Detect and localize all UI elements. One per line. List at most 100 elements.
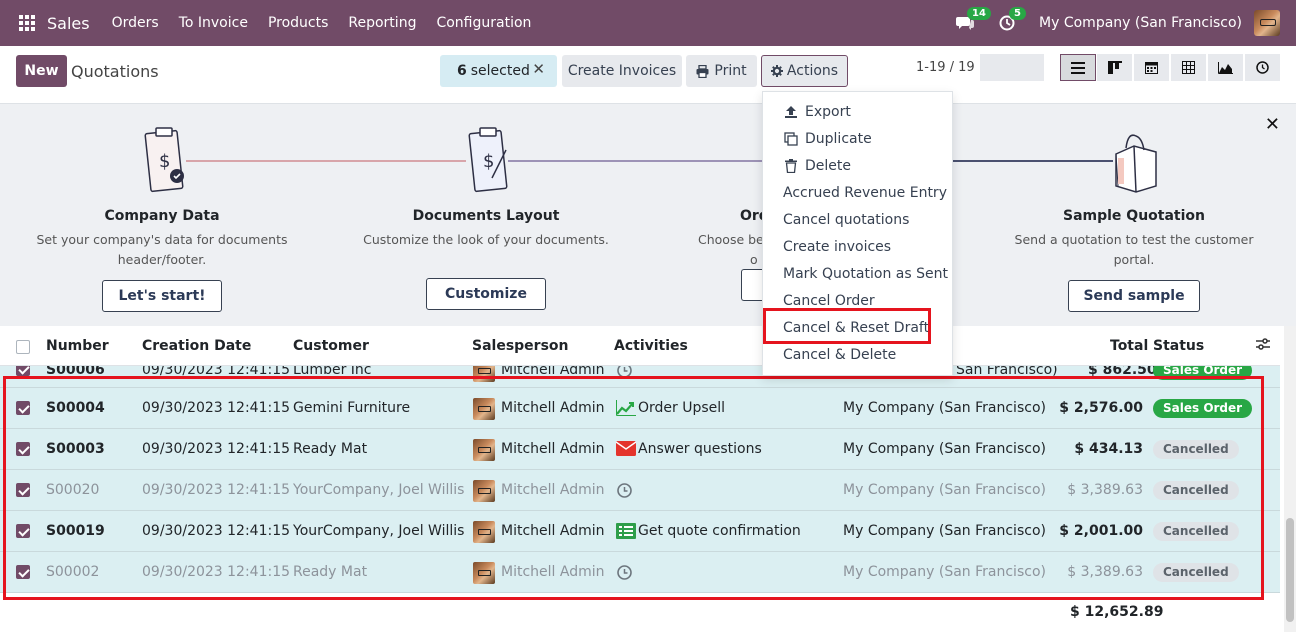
pager-next-button[interactable] [1012,54,1044,81]
activity-clock-icon[interactable]: 5 [997,7,1026,33]
selected-count: 6 [457,63,467,79]
menu-item-cancel-order[interactable]: Cancel Order [783,293,875,309]
table-scrollbar[interactable] [1284,326,1296,632]
menu-item-mark-quotation-sent[interactable]: Mark Quotation as Sent [783,266,948,282]
activity-view-button[interactable] [1245,54,1281,81]
trend-chart-icon[interactable] [616,400,636,417]
step-title: Company Data [104,208,220,224]
printer-icon [696,64,709,78]
pager-previous-button[interactable] [980,54,1012,81]
actions-button[interactable]: Actions [761,55,848,87]
clipboard-pen-icon: $ [456,126,516,196]
svg-text:$: $ [159,151,170,172]
row-total: $ 2,001.00 [1059,523,1143,539]
column-header-number[interactable]: Number [46,338,109,354]
clock-icon[interactable] [616,564,636,581]
row-company: My Company (San Francisco) [843,523,1046,539]
status-badge: Cancelled [1153,563,1239,582]
chat-icon[interactable]: 14 [955,7,991,33]
menu-item-label: Accrued Revenue Entry [783,185,947,201]
cancel-reset-draft-highlight [763,308,931,344]
row-activity: Answer questions [638,441,762,457]
table-row[interactable]: S00003 09/30/2023 12:41:15 Ready Mat Mitche… [0,429,1280,470]
row-number: S00019 [46,523,105,539]
menu-item-create-invoices[interactable]: Create invoices [783,239,891,255]
menu-item-cancel-quotations[interactable]: Cancel quotations [783,212,909,228]
row-activity: Order Upsell [638,400,726,416]
print-button[interactable]: Print [686,55,757,87]
menu-item-cancel-delete[interactable]: Cancel & Delete [783,347,896,363]
row-date: 09/30/2023 12:41:15 [142,523,291,539]
row-checkbox[interactable] [16,401,30,415]
row-checkbox[interactable] [16,483,30,497]
send-sample-button[interactable]: Send sample [1068,280,1200,312]
apps-grid-icon[interactable] [19,15,35,31]
column-header-creation-date[interactable]: Creation Date [142,338,251,354]
row-salesperson: Mitchell Admin [501,441,605,457]
menu-item-duplicate[interactable]: Duplicate [783,131,872,147]
clock-icon[interactable] [616,482,636,499]
grand-total: $ 12,652.89 [1070,604,1164,620]
close-banner-icon[interactable]: ✕ [1265,114,1280,135]
onboarding-step-documents-layout: $ Documents Layout Customize the look of… [356,104,616,310]
list-icon[interactable] [616,523,636,540]
onboarding-step-sample-quotation: Sample Quotation Send a quotation to tes… [1004,104,1264,312]
step-description: Choose bet [698,232,769,247]
menu-item-export[interactable]: Export [783,104,851,120]
table-row[interactable]: S00002 09/30/2023 12:41:15 Ready Mat Mitche… [0,552,1280,593]
menu-item-products[interactable]: Products [268,15,328,31]
selected-label: selected [470,63,530,79]
menu-item-label: Cancel Order [783,293,875,309]
menu-item-delete[interactable]: Delete [783,158,851,174]
row-checkbox[interactable] [16,524,30,538]
new-button[interactable]: New [16,55,67,87]
kanban-view-button[interactable] [1097,54,1133,81]
status-badge: Sales Order [1153,399,1253,418]
step-title: Sample Quotation [1062,208,1205,224]
menu-item-reporting[interactable]: Reporting [348,15,416,31]
menu-item-orders[interactable]: Orders [112,15,159,31]
avatar [473,562,495,584]
page-title: Quotations [71,62,159,81]
menu-item-label: Cancel & Delete [783,347,897,363]
status-badge: Cancelled [1153,481,1239,500]
column-header-status[interactable]: Status [1153,338,1204,354]
list-view-icon [1071,61,1085,74]
table-row[interactable]: S00019 09/30/2023 12:41:15 YourCompany, Jo… [0,511,1280,552]
row-total: $ 2,576.00 [1059,400,1143,416]
select-all-checkbox[interactable] [16,340,30,354]
trash-icon [783,158,799,174]
lets-start-button[interactable]: Let's start! [102,280,222,312]
user-avatar[interactable] [1254,10,1280,36]
app-brand[interactable]: Sales [47,14,90,33]
menu-item-label: Duplicate [805,131,872,147]
clear-selection-icon[interactable]: ✕ [532,60,545,78]
row-checkbox[interactable] [16,565,30,579]
row-customer: YourCompany, Joel Willis [293,523,465,539]
calendar-view-button[interactable] [1134,54,1170,81]
row-date: 09/30/2023 12:41:15 [142,564,291,580]
menu-item-accrued-revenue-entry[interactable]: Accrued Revenue Entry [783,185,947,201]
pivot-view-button[interactable] [1171,54,1207,81]
pager-value[interactable]: 1-19 / 19 [916,60,975,75]
list-view-button[interactable] [1060,54,1096,81]
column-header-customer[interactable]: Customer [293,338,369,354]
envelope-icon[interactable] [615,441,637,458]
graph-view-button[interactable] [1208,54,1244,81]
column-header-activities[interactable]: Activities [614,338,688,354]
row-salesperson: Mitchell Admin [501,523,605,539]
menu-item-to-invoice[interactable]: To Invoice [179,15,248,31]
activity-count-badge: 5 [1009,7,1026,20]
customize-button[interactable]: Customize [426,278,546,310]
column-header-total[interactable]: Total [1110,338,1148,354]
create-invoices-button[interactable]: Create Invoices [562,55,682,87]
row-checkbox[interactable] [16,442,30,456]
scrollbar-thumb[interactable] [1286,518,1294,622]
table-row[interactable]: S00004 09/30/2023 12:41:15 Gemini Furnitur… [0,388,1280,429]
table-row[interactable]: S00020 09/30/2023 12:41:15 YourCompany, Jo… [0,470,1280,511]
row-company: My Company (San Francisco) [843,482,1046,498]
company-switcher[interactable]: My Company (San Francisco) [1039,15,1242,31]
optional-columns-icon[interactable] [1256,338,1270,354]
menu-item-configuration[interactable]: Configuration [436,15,531,31]
column-header-salesperson[interactable]: Salesperson [472,338,569,354]
